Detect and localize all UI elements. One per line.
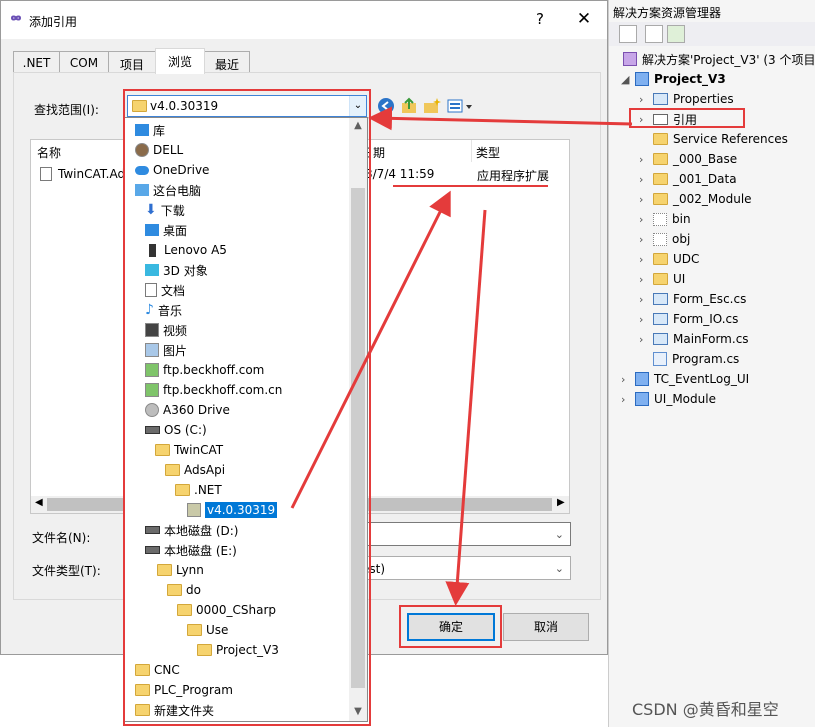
tree-form-io[interactable]: › Form_IO.cs — [639, 309, 738, 329]
chevron-right-icon[interactable]: › — [639, 273, 648, 286]
up-folder-icon[interactable] — [400, 97, 418, 115]
tree-ui[interactable]: › UI — [639, 269, 685, 289]
chevron-right-icon[interactable]: › — [639, 253, 648, 266]
tree-mainform[interactable]: › MainForm.cs — [639, 329, 749, 349]
tree-001-data[interactable]: › _001_Data — [639, 169, 737, 189]
tab-recent[interactable]: 最近 — [204, 51, 250, 73]
explorer-toolbar — [609, 22, 815, 46]
column-header-name[interactable]: 名称 — [37, 144, 61, 161]
tree-000-base[interactable]: › _000_Base — [639, 149, 737, 169]
properties-icon — [653, 93, 668, 105]
chevron-right-icon[interactable]: › — [639, 193, 648, 206]
refresh-icon[interactable] — [667, 25, 685, 43]
chevron-right-icon[interactable]: › — [621, 373, 630, 386]
chevron-right-icon[interactable]: › — [639, 93, 648, 106]
chevron-right-icon[interactable]: › — [639, 233, 648, 246]
annotation-box-ok — [399, 605, 502, 648]
help-button[interactable]: ? — [529, 10, 551, 30]
tab-com[interactable]: COM — [59, 51, 109, 73]
folder-icon — [653, 173, 668, 185]
tree-ui-module[interactable]: › UI_Module — [621, 389, 716, 409]
watermark: CSDN @黄昏和星空 — [632, 700, 779, 719]
scroll-left-icon[interactable]: ◀ — [35, 497, 43, 508]
explorer-title: 解决方案资源管理器 — [609, 0, 815, 22]
chevron-right-icon[interactable]: › — [639, 213, 648, 226]
project-icon — [635, 72, 649, 86]
annotation-box-dropdown — [123, 89, 371, 726]
tree-service-references[interactable]: Service References — [653, 129, 788, 149]
hidden-folder-icon — [653, 212, 667, 226]
cancel-button[interactable]: 取消 — [503, 613, 589, 641]
project-icon — [635, 392, 649, 406]
form-icon — [653, 313, 668, 325]
file-row-type: 应用程序扩展 — [477, 169, 550, 183]
look-in-label: 查找范围(I): — [34, 103, 99, 117]
tree-form-esc[interactable]: › Form_Esc.cs — [639, 289, 746, 309]
annotation-box-references — [629, 108, 745, 128]
tree-obj[interactable]: › obj — [639, 229, 690, 249]
tab-projects[interactable]: 项目 — [108, 51, 156, 73]
file-row-date: 3/7/4 11:59 — [365, 167, 435, 181]
folder-icon — [653, 273, 668, 285]
tree-project-v3[interactable]: ◢ Project_V3 — [621, 69, 726, 89]
chevron-right-icon[interactable]: › — [639, 153, 648, 166]
folder-icon — [653, 253, 668, 265]
folder-icon — [653, 133, 668, 145]
project-icon — [635, 372, 649, 386]
chevron-right-icon[interactable]: › — [639, 173, 648, 186]
close-button[interactable]: ✕ — [569, 9, 599, 31]
column-divider — [471, 140, 472, 162]
infinity-icon — [10, 15, 22, 21]
chevron-right-icon[interactable]: › — [621, 393, 630, 406]
new-folder-icon[interactable] — [423, 97, 441, 115]
csharp-file-icon — [653, 352, 667, 366]
column-header-type[interactable]: 类型 — [476, 144, 500, 161]
tree-002-module[interactable]: › _002_Module — [639, 189, 752, 209]
folder-icon — [653, 153, 668, 165]
solution-icon — [623, 52, 637, 66]
tab-dotnet[interactable]: .NET — [13, 51, 60, 73]
file-type-label: 文件类型(T): — [32, 564, 101, 578]
show-all-files-icon[interactable] — [645, 25, 663, 43]
chevron-down-icon[interactable]: ⌄ — [555, 562, 564, 575]
file-row-name[interactable]: TwinCAT.Ads — [58, 167, 131, 181]
tree-properties[interactable]: › Properties — [639, 89, 734, 109]
chevron-down-icon[interactable]: ⌄ — [555, 528, 564, 541]
home-icon[interactable] — [619, 25, 637, 43]
tree-program[interactable]: Program.cs — [653, 349, 739, 369]
hidden-folder-icon — [653, 232, 667, 246]
folder-icon — [653, 193, 668, 205]
form-icon — [653, 293, 668, 305]
view-menu-icon[interactable] — [447, 97, 473, 115]
title-bar: 添加引用 ? ✕ — [1, 1, 607, 39]
tab-browse[interactable]: 浏览 — [155, 48, 205, 74]
tree-solution[interactable]: 解决方案'Project_V3' (3 个项目) — [623, 49, 815, 69]
back-icon[interactable] — [377, 97, 395, 115]
tree-tc-eventlog-ui[interactable]: › TC_EventLog_UI — [621, 369, 749, 389]
dialog-title: 添加引用 — [29, 15, 78, 29]
tree-bin[interactable]: › bin — [639, 209, 691, 229]
scroll-right-icon[interactable]: ▶ — [557, 497, 565, 508]
chevron-right-icon[interactable]: › — [639, 293, 648, 306]
form-icon — [653, 333, 668, 345]
dll-file-icon — [40, 167, 52, 181]
chevron-right-icon[interactable]: › — [639, 333, 648, 346]
chevron-right-icon[interactable]: › — [639, 313, 648, 326]
file-name-label: 文件名(N): — [32, 531, 91, 545]
tree-udc[interactable]: › UDC — [639, 249, 699, 269]
expanded-chevron-icon[interactable]: ◢ — [621, 73, 630, 86]
